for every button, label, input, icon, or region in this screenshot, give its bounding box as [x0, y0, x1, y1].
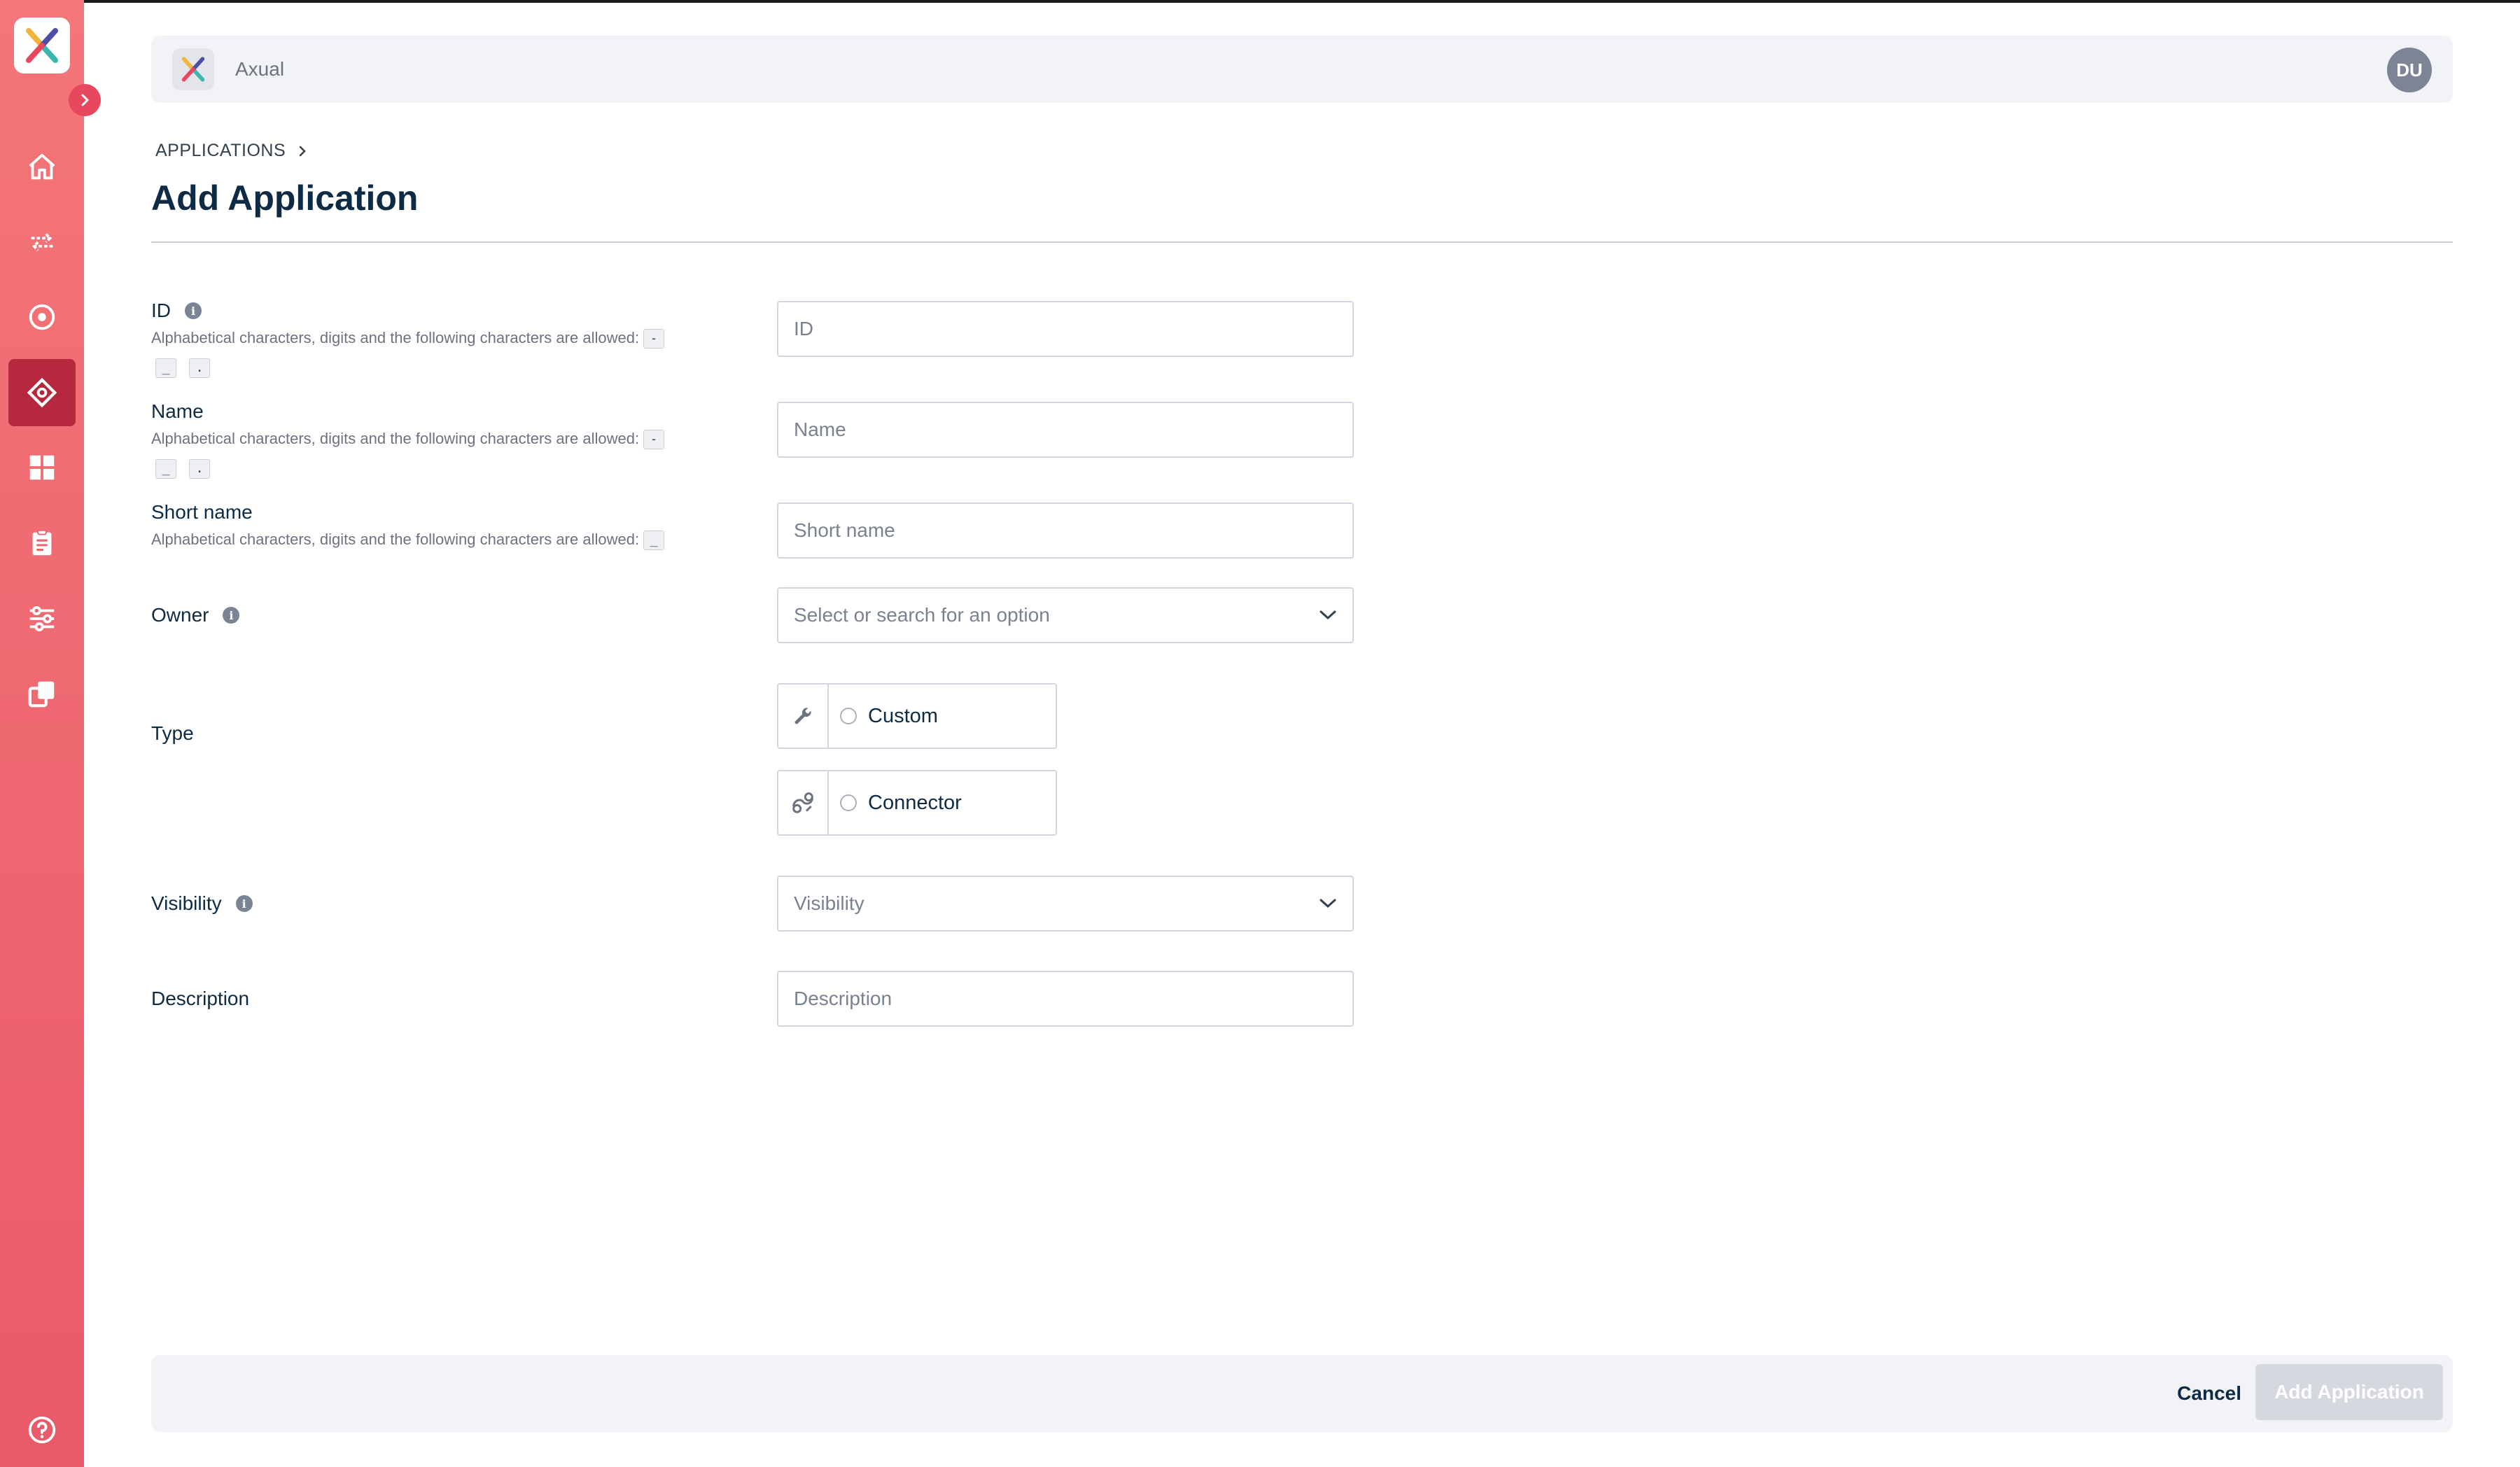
allowed-char-dot: . — [189, 358, 210, 379]
short-name-hint-text: Alphabetical characters, digits and the … — [151, 531, 640, 548]
owner-select[interactable]: Select or search for an option — [777, 587, 1354, 643]
copy-icon — [28, 681, 55, 708]
chevron-down-icon — [1320, 899, 1336, 908]
axual-logo[interactable] — [14, 17, 70, 73]
owner-select-placeholder: Select or search for an option — [794, 604, 1050, 626]
sidebar-item-dashboard[interactable] — [8, 434, 76, 501]
visibility-label-text: Visibility — [151, 892, 222, 914]
help-icon — [28, 1416, 56, 1444]
sidebar-item-streams[interactable] — [8, 209, 76, 276]
custom-radio[interactable] — [840, 708, 857, 724]
allowed-char-dash: - — [643, 329, 665, 349]
id-hint: Alphabetical characters, digits and the … — [151, 323, 725, 382]
axual-logo-icon — [26, 28, 58, 63]
add-application-button[interactable]: Add Application — [2255, 1364, 2443, 1420]
page-title: Add Application — [151, 178, 419, 218]
allowed-char-underscore: _ — [643, 531, 665, 551]
type-label: Type — [151, 722, 194, 745]
short-name-hint: Alphabetical characters, digits and the … — [151, 525, 725, 554]
user-avatar[interactable]: DU — [2387, 48, 2432, 92]
type-option-connector[interactable]: Connector — [777, 770, 1057, 836]
info-icon[interactable]: i — [223, 607, 240, 624]
breadcrumb: APPLICATIONS — [155, 141, 308, 161]
connector-radio-label: Connector — [868, 791, 962, 814]
dashboard-icon — [29, 455, 55, 480]
settings-sliders-icon — [29, 605, 55, 632]
tenant-name: Axual — [235, 58, 285, 80]
name-label-text: Name — [151, 400, 204, 422]
connector-icon-cell — [778, 771, 829, 834]
sidebar — [0, 0, 101, 1467]
sidebar-item-copy[interactable] — [8, 660, 76, 727]
connector-radio[interactable] — [840, 794, 857, 811]
help-button[interactable] — [8, 1396, 76, 1464]
info-icon[interactable]: i — [235, 895, 253, 912]
owner-label: Owner i — [151, 604, 240, 626]
short-name-input[interactable] — [777, 503, 1354, 559]
id-input[interactable] — [777, 301, 1354, 357]
chevron-right-icon — [81, 94, 89, 106]
streams-icon — [31, 233, 53, 251]
home-icon — [29, 153, 55, 180]
breadcrumb-applications-link[interactable]: APPLICATIONS — [155, 141, 286, 161]
id-hint-text: Alphabetical characters, digits and the … — [151, 329, 640, 346]
header-logo[interactable] — [172, 48, 214, 90]
name-hint: Alphabetical characters, digits and the … — [151, 424, 725, 483]
visibility-select-placeholder: Visibility — [794, 892, 864, 914]
custom-radio-label: Custom — [868, 704, 938, 727]
cancel-button[interactable]: Cancel — [2170, 1375, 2248, 1412]
short-name-label-text: Short name — [151, 501, 253, 523]
applications-icon — [27, 377, 57, 408]
title-divider — [151, 241, 2453, 243]
id-label: ID i — [151, 300, 202, 322]
info-icon[interactable]: i — [185, 302, 202, 319]
owner-label-text: Owner — [151, 604, 209, 626]
top-header: Axual DU — [151, 36, 2453, 103]
top-edge-line — [0, 0, 2520, 3]
plug-connector-icon — [792, 792, 813, 813]
allowed-char-underscore: _ — [155, 358, 176, 379]
sidebar-item-clipboard[interactable] — [8, 510, 76, 577]
allowed-char-underscore: _ — [155, 459, 176, 479]
visibility-label: Visibility i — [151, 892, 253, 915]
description-label-text: Description — [151, 988, 250, 1009]
id-label-text: ID — [151, 300, 171, 321]
form-footer: Cancel Add Application — [151, 1355, 2453, 1432]
wrench-icon — [794, 708, 811, 724]
wrench-icon-cell — [778, 685, 829, 747]
allowed-char-dash: - — [643, 430, 665, 450]
description-input[interactable] — [777, 971, 1354, 1027]
sidebar-item-applications[interactable] — [8, 359, 76, 426]
type-label-text: Type — [151, 722, 194, 744]
clipboard-icon — [32, 529, 52, 556]
description-label: Description — [151, 988, 249, 1010]
visibility-select[interactable]: Visibility — [777, 876, 1354, 932]
chevron-down-icon — [1320, 610, 1336, 620]
target-icon — [29, 304, 55, 330]
name-hint-text: Alphabetical characters, digits and the … — [151, 430, 640, 447]
type-option-custom[interactable]: Custom — [777, 683, 1057, 749]
sidebar-item-home[interactable] — [8, 134, 76, 201]
sidebar-item-settings[interactable] — [8, 585, 76, 652]
sidebar-item-target[interactable] — [8, 283, 76, 351]
allowed-char-dot: . — [189, 459, 210, 479]
axual-logo-icon — [181, 57, 205, 82]
short-name-label: Short name — [151, 501, 253, 524]
chevron-right-icon — [299, 146, 306, 156]
expand-sidebar-button[interactable] — [69, 84, 101, 116]
name-input[interactable] — [777, 402, 1354, 458]
name-label: Name — [151, 400, 204, 423]
